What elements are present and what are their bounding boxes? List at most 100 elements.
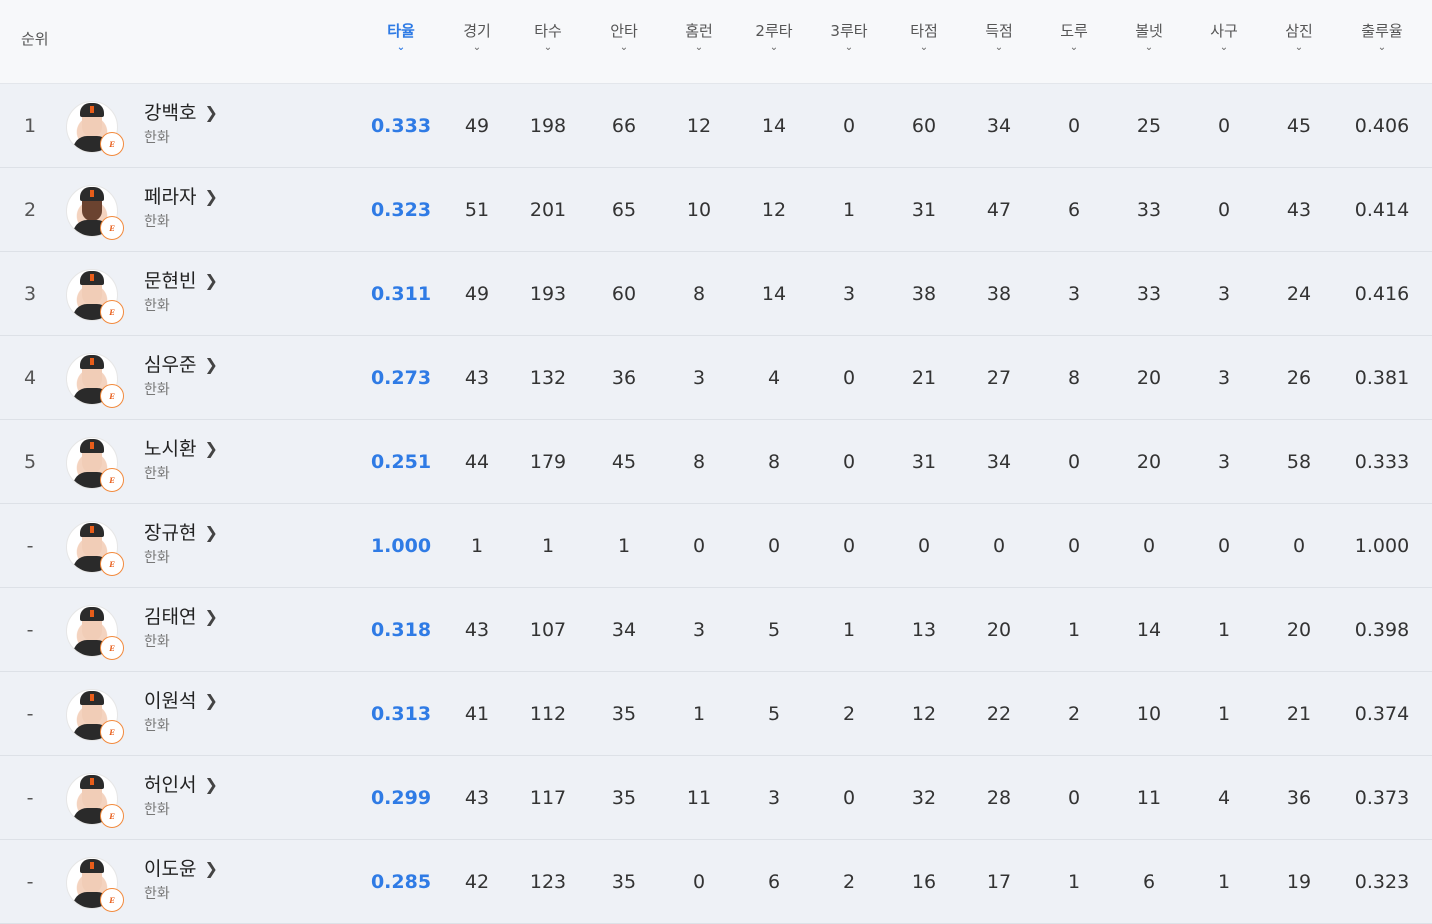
player-cell[interactable]: E 문현빈 ❯ 한화 (66, 269, 218, 324)
rank-cell: 1 (23, 114, 37, 137)
stat-cell-doubles: 5 (767, 702, 781, 725)
table-row[interactable]: 5 E 노시환 ❯ 한화 0.251 44 179 45 8 8 0 31 34 0 20 3 58 0.333 (0, 420, 1432, 504)
player-name-link[interactable]: 장규현 ❯ (144, 521, 218, 545)
player-cell[interactable]: E 강백호 ❯ 한화 (66, 101, 218, 156)
column-header-games[interactable]: 경기 ⌄ (463, 20, 491, 53)
stat-cell-games: 49 (464, 114, 490, 137)
stat-cell-obp: 1.000 (1354, 534, 1410, 557)
column-header-ab[interactable]: 타수 ⌄ (534, 20, 562, 53)
chevron-down-icon: ⌄ (694, 42, 704, 53)
stat-cell-doubles: 6 (767, 870, 781, 893)
column-header-hr[interactable]: 홈런 ⌄ (685, 20, 713, 53)
stat-cell-triples: 0 (842, 114, 856, 137)
player-cell[interactable]: E 심우준 ❯ 한화 (66, 353, 218, 408)
stat-cell-hits: 1 (617, 534, 631, 557)
column-header-obp[interactable]: 출루율 ⌄ (1361, 20, 1402, 53)
player-name-link[interactable]: 페라자 ❯ (144, 185, 218, 209)
player-team: 한화 (144, 886, 170, 902)
table-body: 1 E 강백호 ❯ 한화 0.333 49 198 66 12 14 0 60 34 0 25 0 45 0.406… (0, 84, 1432, 924)
stat-cell-hbp: 0 (1217, 198, 1231, 221)
player-name-link[interactable]: 김태연 ❯ (144, 605, 218, 629)
stat-cell-rbi: 60 (911, 114, 937, 137)
player-name-link[interactable]: 이원석 ❯ (144, 689, 218, 713)
chevron-right-icon: ❯ (204, 607, 218, 626)
player-cell[interactable]: E 이도윤 ❯ 한화 (66, 857, 218, 912)
stat-cell-so: 19 (1286, 870, 1312, 893)
stat-cell-sb: 0 (1067, 114, 1081, 137)
table-row[interactable]: - E 이원석 ❯ 한화 0.313 41 112 35 1 5 2 12 22 2 10 1 21 0.374 (0, 672, 1432, 756)
chevron-down-icon: ⌄ (619, 42, 629, 53)
player-name-link[interactable]: 문현빈 ❯ (144, 269, 218, 293)
table-row[interactable]: - E 김태연 ❯ 한화 0.318 43 107 34 3 5 1 13 20 1 14 1 20 0.398 (0, 588, 1432, 672)
stat-cell-sb: 2 (1067, 702, 1081, 725)
table-row[interactable]: - E 장규현 ❯ 한화 1.000 1 1 1 0 0 0 0 0 0 0 0 0 1.000 (0, 504, 1432, 588)
column-header-label: 안타 (610, 22, 638, 40)
stat-cell-games: 42 (464, 870, 490, 893)
table-row[interactable]: 4 E 심우준 ❯ 한화 0.273 43 132 36 3 4 0 21 27 8 20 3 26 0.381 (0, 336, 1432, 420)
stat-cell-avg: 0.285 (370, 870, 432, 893)
column-header-doubles[interactable]: 2루타 ⌄ (755, 20, 792, 53)
player-name-link[interactable]: 노시환 ❯ (144, 437, 218, 461)
player-name-link[interactable]: 강백호 ❯ (144, 101, 218, 125)
player-name-link[interactable]: 허인서 ❯ (144, 773, 218, 797)
column-header-bb[interactable]: 볼넷 ⌄ (1135, 20, 1163, 53)
stat-cell-runs: 38 (986, 282, 1012, 305)
column-header-label: 타수 (534, 22, 562, 40)
player-name: 이원석 (144, 690, 197, 712)
table-row[interactable]: 3 E 문현빈 ❯ 한화 0.311 49 193 60 8 14 3 38 38 3 33 3 24 0.416 (0, 252, 1432, 336)
stat-cell-bb: 0 (1142, 534, 1156, 557)
player-cell[interactable]: E 페라자 ❯ 한화 (66, 185, 218, 240)
stat-cell-runs: 34 (986, 450, 1012, 473)
player-cell[interactable]: E 노시환 ❯ 한화 (66, 437, 218, 492)
rank-cell: - (26, 702, 34, 725)
stat-cell-games: 49 (464, 282, 490, 305)
stat-cell-rbi: 31 (911, 198, 937, 221)
stat-cell-so: 58 (1286, 450, 1312, 473)
player-cell[interactable]: E 이원석 ❯ 한화 (66, 689, 218, 744)
stat-cell-ab: 107 (529, 618, 567, 641)
column-header-triples[interactable]: 3루타 ⌄ (830, 20, 867, 53)
column-header-rbi[interactable]: 타점 ⌄ (910, 20, 938, 53)
stat-cell-ab: 117 (529, 786, 567, 809)
stat-cell-triples: 0 (842, 450, 856, 473)
eagles-logo-icon: E (100, 132, 124, 156)
stat-cell-hits: 60 (611, 282, 637, 305)
player-name: 노시환 (144, 438, 197, 460)
player-cell[interactable]: E 장규현 ❯ 한화 (66, 521, 218, 576)
player-cell[interactable]: E 허인서 ❯ 한화 (66, 773, 218, 828)
player-name-link[interactable]: 이도윤 ❯ (144, 857, 218, 881)
stat-cell-so: 26 (1286, 366, 1312, 389)
stat-cell-runs: 27 (986, 366, 1012, 389)
column-header-hits[interactable]: 안타 ⌄ (610, 20, 638, 53)
stat-cell-obp: 0.416 (1354, 282, 1410, 305)
stat-cell-hr: 3 (692, 366, 706, 389)
stat-cell-so: 43 (1286, 198, 1312, 221)
player-team: 한화 (144, 634, 170, 650)
stat-cell-so: 24 (1286, 282, 1312, 305)
stat-cell-hbp: 0 (1217, 114, 1231, 137)
stat-cell-bb: 20 (1136, 450, 1162, 473)
chevron-right-icon: ❯ (204, 355, 218, 374)
stat-cell-triples: 2 (842, 702, 856, 725)
stat-cell-avg: 0.299 (370, 786, 432, 809)
stat-cell-doubles: 14 (761, 114, 787, 137)
stat-cell-hr: 1 (692, 702, 706, 725)
column-header-hbp[interactable]: 사구 ⌄ (1210, 20, 1238, 53)
column-header-so[interactable]: 삼진 ⌄ (1285, 20, 1313, 53)
player-cell[interactable]: E 김태연 ❯ 한화 (66, 605, 218, 660)
table-row[interactable]: 2 E 페라자 ❯ 한화 0.323 51 201 65 10 12 1 31 47 6 33 0 43 0.414 (0, 168, 1432, 252)
table-row[interactable]: - E 이도윤 ❯ 한화 0.285 42 123 35 0 6 2 16 17 1 6 1 19 0.323 (0, 840, 1432, 924)
player-name-link[interactable]: 심우준 ❯ (144, 353, 218, 377)
rank-cell: - (26, 618, 34, 641)
rank-cell: 2 (23, 198, 37, 221)
player-team: 한화 (144, 466, 170, 482)
column-header-sb[interactable]: 도루 ⌄ (1060, 20, 1088, 53)
column-header-runs[interactable]: 득점 ⌄ (985, 20, 1013, 53)
table-row[interactable]: - E 허인서 ❯ 한화 0.299 43 117 35 11 3 0 32 28 0 11 4 36 0.373 (0, 756, 1432, 840)
table-row[interactable]: 1 E 강백호 ❯ 한화 0.333 49 198 66 12 14 0 60 34 0 25 0 45 0.406 (0, 84, 1432, 168)
chevron-right-icon: ❯ (204, 859, 218, 878)
stat-cell-so: 45 (1286, 114, 1312, 137)
table-header: 순위 타율 ⌄ 경기 ⌄ 타수 ⌄ 안타 ⌄ 홈런 ⌄ 2루타 ⌄ 3루타 ⌄ 타점 ⌄ 득점 ⌄ 도루 ⌄ 볼넷 ⌄ 사구… (0, 0, 1432, 84)
stat-cell-triples: 0 (842, 786, 856, 809)
column-header-avg[interactable]: 타율 ⌄ (387, 20, 415, 53)
